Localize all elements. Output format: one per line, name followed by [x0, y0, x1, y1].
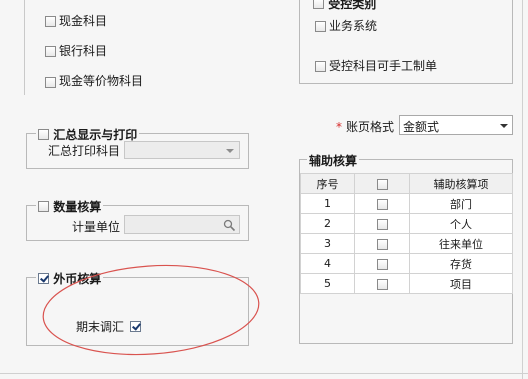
row-item: 往来单位 — [409, 233, 513, 254]
row-no: 2 — [300, 213, 355, 234]
cash-subject-checkbox[interactable] — [45, 16, 56, 27]
search-icon[interactable] — [223, 219, 236, 232]
table-row[interactable]: 4 存货 — [300, 253, 513, 274]
row-no: 3 — [300, 233, 355, 254]
chevron-down-icon — [226, 149, 234, 153]
row-select-cell — [354, 273, 410, 294]
table-header-row: 序号 辅助核算项 — [300, 173, 513, 194]
bottom-divider — [0, 373, 528, 374]
quantity-legend: 数量核算 — [36, 198, 104, 215]
controlled-category-checkbox[interactable] — [313, 0, 324, 9]
row-select-cell — [354, 213, 410, 234]
row-item: 个人 — [409, 213, 513, 234]
controlled-category-legend: 受控类别 — [311, 0, 379, 12]
cash-equivalent-checkbox[interactable] — [45, 77, 56, 88]
bank-subject-label: 银行科目 — [59, 44, 108, 58]
business-system-label: 业务系统 — [329, 19, 378, 33]
col-header-select — [354, 173, 410, 194]
row-checkbox[interactable] — [376, 278, 388, 290]
summary-print-title: 汇总显示与打印 — [53, 128, 138, 142]
row-checkbox[interactable] — [376, 238, 388, 250]
aux-accounting-legend: 辅助核算 — [307, 152, 360, 169]
annotation-ellipse — [42, 264, 260, 356]
summary-print-checkbox[interactable] — [38, 129, 49, 140]
row-select-cell — [354, 253, 410, 274]
manual-voucher-checkbox[interactable] — [315, 61, 326, 72]
aux-accounting-title: 辅助核算 — [309, 154, 358, 168]
unit-input[interactable] — [124, 215, 240, 234]
aux-accounting-table: 序号 辅助核算项 1 部门 2 个人 3 往来单位 4 存货 5 项目 — [300, 173, 513, 294]
right-panel-edge — [522, 0, 523, 379]
row-checkbox[interactable] — [376, 198, 388, 210]
cash-subject-label: 现金科目 — [59, 14, 108, 28]
col-header-no: 序号 — [300, 173, 355, 194]
bank-subject-checkbox[interactable] — [45, 46, 56, 57]
row-select-cell — [354, 193, 410, 214]
row-select-cell — [354, 233, 410, 254]
table-row[interactable]: 5 项目 — [300, 273, 513, 294]
manual-voucher-label: 受控科目可手工制单 — [329, 59, 438, 73]
row-item: 项目 — [409, 273, 513, 294]
ledger-format-label: 账页格式 — [346, 120, 395, 134]
select-all-checkbox[interactable] — [376, 178, 388, 190]
table-row[interactable]: 3 往来单位 — [300, 233, 513, 254]
cash-equivalent-label: 现金等价物科目 — [59, 74, 144, 88]
row-item: 存货 — [409, 253, 513, 274]
row-no: 5 — [300, 273, 355, 294]
table-row[interactable]: 1 部门 — [300, 193, 513, 214]
table-row[interactable]: 2 个人 — [300, 213, 513, 234]
ledger-format-value: 金额式 — [403, 120, 440, 134]
chevron-down-icon — [500, 124, 508, 128]
row-no: 4 — [300, 253, 355, 274]
row-item: 部门 — [409, 193, 513, 214]
col-header-item: 辅助核算项 — [409, 173, 513, 194]
ledger-format-select[interactable]: 金额式 — [399, 115, 513, 135]
summary-print-subject-label: 汇总打印科目 — [48, 144, 121, 158]
summary-print-subject-select[interactable] — [124, 141, 240, 159]
quantity-checkbox[interactable] — [38, 201, 49, 212]
quantity-title: 数量核算 — [53, 200, 102, 214]
controlled-category-title: 受控类别 — [328, 0, 377, 11]
row-no: 1 — [300, 193, 355, 214]
row-checkbox[interactable] — [376, 218, 388, 230]
row-checkbox[interactable] — [376, 258, 388, 270]
business-system-checkbox[interactable] — [315, 21, 326, 32]
unit-label: 计量单位 — [72, 220, 121, 234]
required-mark: * — [336, 120, 342, 134]
left-panel-border — [24, 0, 25, 95]
